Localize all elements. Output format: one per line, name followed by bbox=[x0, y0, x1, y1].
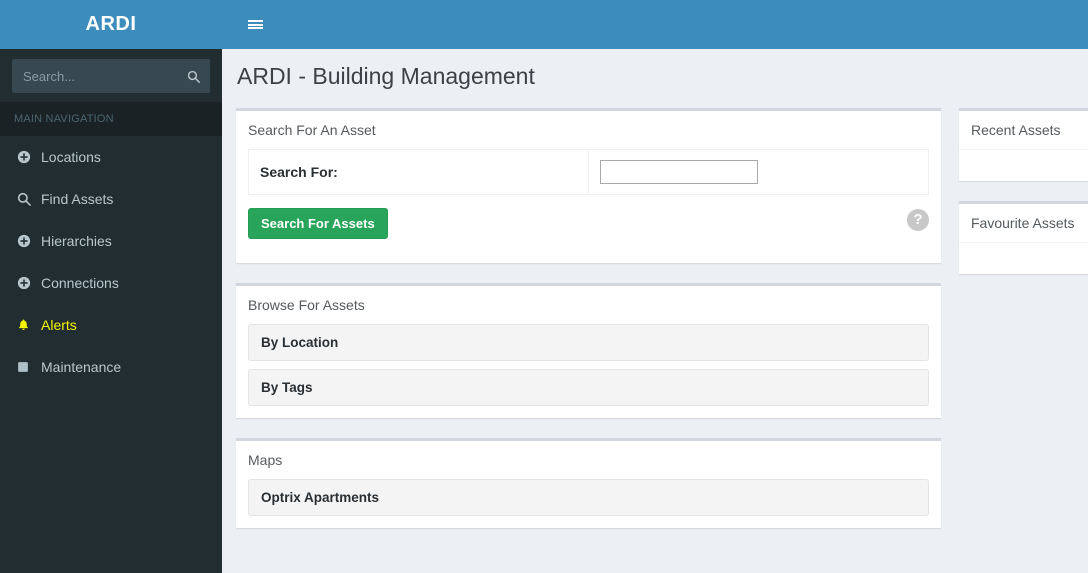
navbar bbox=[222, 0, 1088, 49]
search-for-label: Search For: bbox=[248, 149, 589, 195]
sidebar-item-connections[interactable]: Connections bbox=[0, 262, 222, 304]
sidebar-toggle-icon[interactable] bbox=[234, 0, 276, 49]
sidebar-item-find-assets[interactable]: Find Assets bbox=[0, 178, 222, 220]
browse-assets-panel-body: By Location By Tags bbox=[236, 324, 941, 418]
panel-title: Browse For Assets bbox=[248, 297, 365, 313]
hamburger-bar bbox=[247, 27, 263, 30]
square-icon bbox=[17, 361, 41, 373]
maps-panel-body: Optrix Apartments bbox=[236, 479, 941, 528]
plus-circle-icon bbox=[17, 234, 41, 248]
search-icon[interactable] bbox=[177, 60, 209, 92]
question-mark-icon[interactable]: ? bbox=[907, 209, 929, 231]
search-actions: Search For Assets ? bbox=[248, 195, 929, 251]
hamburger-bar bbox=[247, 23, 263, 26]
bell-icon bbox=[17, 318, 41, 332]
brand-logo[interactable]: ARDI bbox=[0, 0, 222, 49]
sidebar-item-label: Connections bbox=[41, 275, 119, 291]
sidebar-item-maintenance[interactable]: Maintenance bbox=[0, 346, 222, 388]
search-form-table: Search For: bbox=[248, 149, 929, 195]
maps-panel: Maps Optrix Apartments bbox=[236, 438, 941, 528]
plus-circle-icon bbox=[17, 150, 41, 164]
recent-assets-list bbox=[959, 149, 1088, 181]
sidebar-item-label: Alerts bbox=[41, 317, 77, 333]
favourite-assets-panel: Favourite Assets bbox=[959, 201, 1088, 274]
table-row: Search For: bbox=[248, 149, 929, 195]
search-asset-panel: Search For An Asset Search For: Search F… bbox=[236, 108, 941, 263]
search-input[interactable] bbox=[600, 160, 758, 184]
page-title: ARDI - Building Management bbox=[237, 63, 535, 89]
sidebar-item-label: Maintenance bbox=[41, 359, 122, 375]
panel-title: Recent Assets bbox=[971, 122, 1061, 138]
main-column: Search For An Asset Search For: Search F… bbox=[236, 108, 941, 548]
sidebar-item-label: Locations bbox=[41, 149, 101, 165]
application-root: ARDI MAIN bbox=[0, 0, 1088, 573]
search-for-input-cell bbox=[588, 149, 929, 195]
panel-title: Favourite Assets bbox=[971, 215, 1075, 231]
sidebar-nav-list: Locations Find Assets Hierarchies Connec… bbox=[0, 136, 222, 388]
sidebar-search-form bbox=[12, 59, 210, 93]
search-for-assets-button[interactable]: Search For Assets bbox=[248, 208, 388, 239]
map-item-optrix-apartments[interactable]: Optrix Apartments bbox=[248, 479, 929, 516]
sidebar-item-label: Hierarchies bbox=[41, 233, 112, 249]
plus-circle-icon bbox=[17, 276, 41, 290]
sidebar-item-locations[interactable]: Locations bbox=[0, 136, 222, 178]
search-icon bbox=[17, 192, 41, 206]
browse-assets-panel: Browse For Assets By Location By Tags bbox=[236, 283, 941, 418]
sidebar-section-header: MAIN NAVIGATION bbox=[0, 102, 222, 136]
panel-title: Search For An Asset bbox=[248, 122, 376, 138]
sidebar: MAIN NAVIGATION Locations bbox=[0, 49, 222, 573]
browse-item-by-tags[interactable]: By Tags bbox=[248, 369, 929, 406]
sidebar-item-alerts[interactable]: Alerts bbox=[0, 304, 222, 346]
sidebar-search-container bbox=[0, 49, 222, 102]
content-wrapper: ARDI - Building Management Search For An… bbox=[222, 49, 1088, 573]
sidebar-item-label: Find Assets bbox=[41, 191, 114, 207]
favourite-assets-list bbox=[959, 242, 1088, 274]
panel-title: Maps bbox=[248, 452, 283, 468]
recent-assets-panel: Recent Assets bbox=[959, 108, 1088, 181]
side-column: Recent Assets Favourite Assets bbox=[959, 108, 1088, 294]
search-asset-panel-body: Search For: Search For Assets ? bbox=[236, 149, 941, 263]
hamburger-bar bbox=[247, 19, 263, 22]
content-header: ARDI - Building Management bbox=[222, 49, 1088, 107]
browse-item-by-location[interactable]: By Location bbox=[248, 324, 929, 361]
content-body: Search For An Asset Search For: Search F… bbox=[222, 107, 1088, 573]
top-bar: ARDI bbox=[0, 0, 1088, 49]
sidebar-item-hierarchies[interactable]: Hierarchies bbox=[0, 220, 222, 262]
